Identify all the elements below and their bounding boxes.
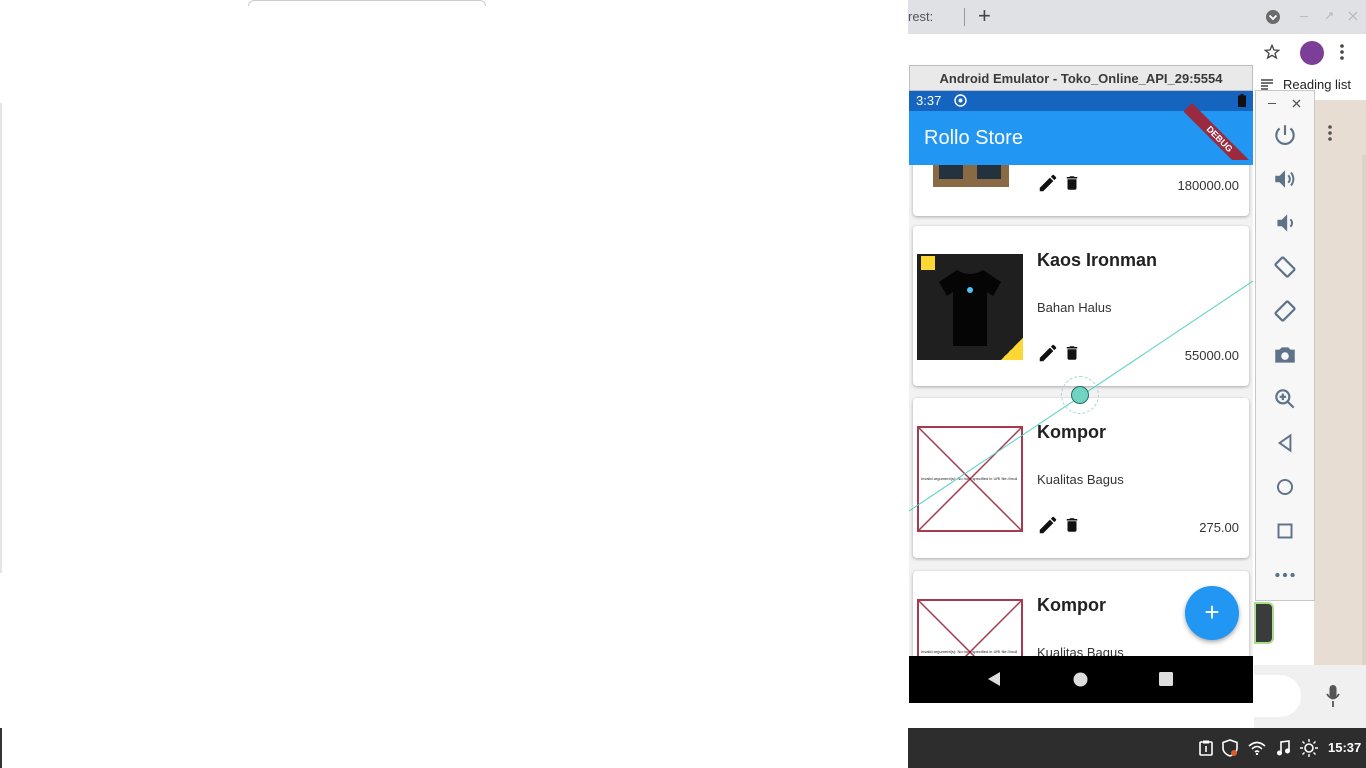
nav-recents-icon[interactable] [1159, 672, 1173, 686]
volume-down-icon[interactable] [1272, 210, 1298, 236]
shield-icon[interactable] [1222, 739, 1238, 757]
back-icon[interactable] [1272, 430, 1298, 456]
brightness-icon[interactable] [1300, 739, 1318, 757]
wifi-icon[interactable] [1248, 741, 1266, 755]
camera-icon[interactable] [1272, 342, 1298, 368]
rotate-left-icon[interactable] [1272, 254, 1298, 280]
tab-separator [964, 8, 965, 26]
browser-tab-partial-label[interactable]: rest: [908, 9, 933, 24]
notification-icon [954, 94, 967, 107]
power-icon[interactable] [1272, 122, 1298, 148]
chat-thumbnail[interactable] [1254, 602, 1274, 644]
browser-tabbar: rest: + [908, 0, 1366, 34]
profile-avatar[interactable] [1300, 41, 1324, 65]
blank-window [0, 6, 908, 728]
clipboard-icon[interactable] [1198, 740, 1214, 756]
message-input-field[interactable] [1254, 675, 1301, 717]
left-taskbar-area [0, 728, 908, 768]
debug-banner-label: DEBUG [1204, 124, 1235, 155]
zoom-icon[interactable] [1272, 386, 1298, 412]
bookmark-star-icon[interactable] [1264, 44, 1280, 60]
toolbar-close-button[interactable] [1292, 99, 1301, 108]
music-note-icon[interactable] [1276, 740, 1290, 756]
new-tab-button[interactable]: + [978, 3, 991, 29]
system-taskbar: 15:37 [908, 728, 1366, 768]
window-restore-button[interactable] [1324, 11, 1334, 21]
debug-ribbon: DEBUG [1184, 103, 1253, 160]
window-minimize-button[interactable] [1300, 16, 1308, 17]
browser-menu-icon[interactable] [1340, 44, 1344, 60]
measure-handle[interactable] [1071, 386, 1089, 404]
nav-back-icon[interactable] [987, 671, 1001, 687]
overview-icon[interactable] [1272, 518, 1298, 544]
rotate-right-icon[interactable] [1272, 298, 1298, 324]
window-tab-fragment [248, 0, 486, 6]
home-icon[interactable] [1272, 474, 1298, 500]
app-title: Rollo Store [924, 127, 1023, 149]
android-nav-bar [909, 656, 1253, 703]
emulator-titlebar[interactable]: Android Emulator - Toko_Online_API_29:55… [909, 65, 1253, 91]
volume-up-icon[interactable] [1272, 166, 1298, 192]
scroll-strip [1362, 155, 1366, 665]
microphone-icon[interactable] [1326, 684, 1340, 708]
window-edge-left [0, 103, 2, 573]
nav-home-icon[interactable] [1073, 672, 1088, 687]
left-edge-marker [0, 728, 2, 768]
whatsapp-input-bar [1254, 665, 1366, 728]
toolbar-minimize-button[interactable] [1268, 103, 1276, 104]
status-time: 3:37 [916, 93, 942, 108]
whatsapp-menu-icon[interactable] [1328, 125, 1332, 141]
tab-search-icon[interactable] [1265, 9, 1281, 25]
whatsapp-chat-background [1314, 100, 1366, 665]
emulator-screen[interactable]: 180000.00 Kaos Ironman Bahan Halus 55000… [909, 91, 1253, 703]
window-close-button[interactable] [1348, 11, 1358, 21]
add-icon: + [1204, 597, 1220, 627]
debug-banner: DEBUG [1184, 91, 1253, 160]
emulator-title: Android Emulator - Toko_Online_API_29:55… [939, 71, 1223, 86]
add-product-button[interactable]: + [1185, 586, 1239, 640]
taskbar-clock[interactable]: 15:37 [1328, 740, 1361, 755]
more-options-icon[interactable] [1272, 562, 1298, 588]
emulator-side-toolbar [1255, 90, 1315, 601]
